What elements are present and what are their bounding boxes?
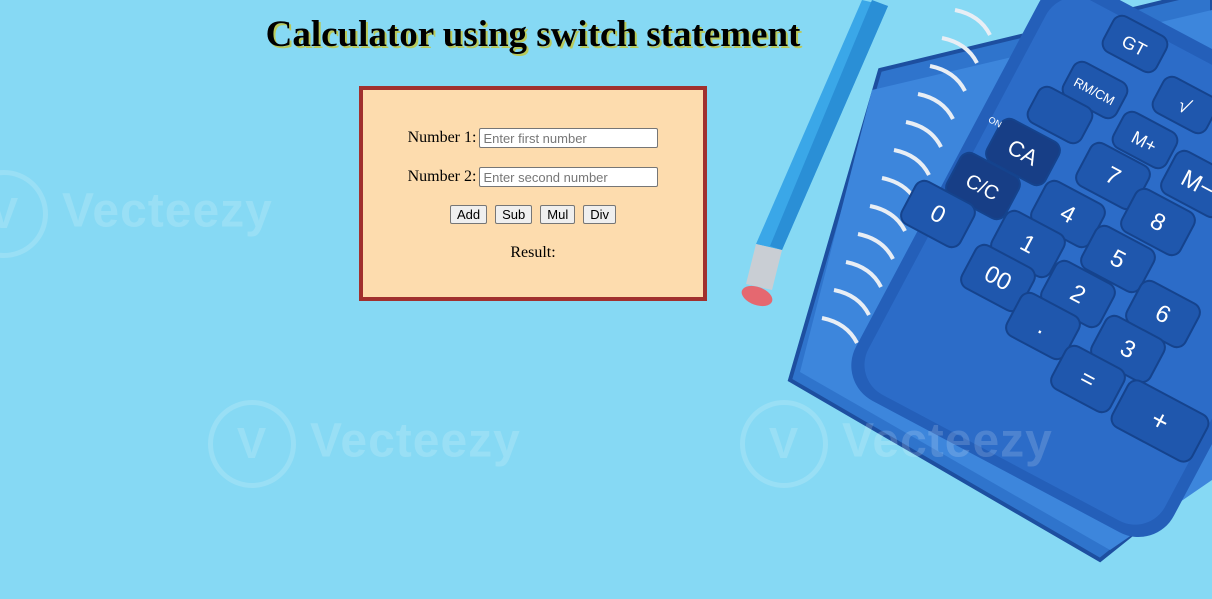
sub-button[interactable]: Sub bbox=[495, 205, 533, 224]
number2-label: Number 2: bbox=[407, 168, 477, 185]
calculator-form: Number 1: Number 2: Add Sub Mul Div Result: bbox=[359, 86, 707, 301]
operation-buttons: Add Sub Mul Div bbox=[363, 205, 703, 224]
result-label: Result: bbox=[510, 244, 556, 261]
watermark: V Vecteezy bbox=[0, 170, 273, 258]
number1-label: Number 1: bbox=[407, 129, 477, 146]
mul-button[interactable]: Mul bbox=[540, 205, 576, 224]
add-button[interactable]: Add bbox=[449, 205, 488, 224]
number2-input[interactable] bbox=[479, 167, 659, 187]
page-title: Calculator using switch statement bbox=[265, 14, 801, 55]
number1-row: Number 1: bbox=[363, 128, 703, 148]
number2-row: Number 2: bbox=[363, 167, 703, 187]
div-button[interactable]: Div bbox=[583, 205, 616, 224]
watermark: V Vecteezy bbox=[740, 400, 1053, 488]
watermark: V Vecteezy bbox=[208, 400, 521, 488]
number1-input[interactable] bbox=[479, 128, 659, 148]
